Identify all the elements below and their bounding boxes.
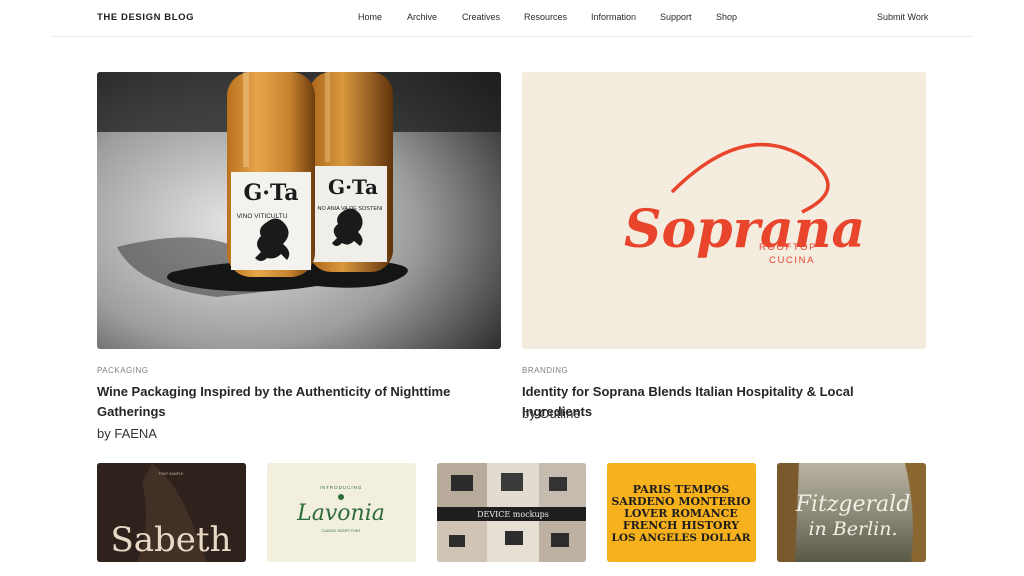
submit-work-link[interactable]: Submit Work xyxy=(877,12,928,22)
lavonia-sub: CLASSIC SCRIPT FONT xyxy=(321,529,361,533)
thumb-lavonia[interactable]: INTRODUCING Lavonia CLASSIC SCRIPT FONT xyxy=(267,463,416,562)
soprana-wordmark: Soprana xyxy=(624,199,865,260)
feature-byline-outline[interactable]: by Outline xyxy=(522,406,581,421)
site-header: THE DESIGN BLOG Home Archive Creatives R… xyxy=(0,0,1024,36)
lavonia-intro: INTRODUCING xyxy=(320,485,363,490)
nav-resources[interactable]: Resources xyxy=(524,12,567,22)
lavonia-title: Lavonia xyxy=(296,501,385,526)
soprana-sub-rooftop: ROOFTOP xyxy=(759,242,817,253)
soprana-sub-cucina: CUCINA xyxy=(769,255,815,266)
nav-shop[interactable]: Shop xyxy=(716,12,737,22)
feature-card-packaging[interactable]: G·Ta G·Ta VINO VITICULTU NO ANIA VA DE S… xyxy=(97,72,501,349)
nav-archive[interactable]: Archive xyxy=(407,12,437,22)
feature-card-branding[interactable]: Soprana ROOFTOP CUCINA xyxy=(522,72,926,349)
site-logo[interactable]: THE DESIGN BLOG xyxy=(97,12,194,23)
feature-byline-faena[interactable]: by FAENA xyxy=(97,426,157,441)
specimen-line-4: FRENCH HISTORY xyxy=(623,519,739,532)
nav-home[interactable]: Home xyxy=(358,12,382,22)
nav-support[interactable]: Support xyxy=(660,12,692,22)
sabeth-title: Sabeth xyxy=(110,520,231,560)
device-mockups-title: DEVICE mockups xyxy=(477,510,549,519)
feature-title-line1: Wine Packaging Inspired by the Authentic… xyxy=(97,384,451,399)
feature-category-branding[interactable]: BRANDING xyxy=(522,366,568,375)
thumb-type-specimen[interactable]: PARIS TEMPOS SARDENO MONTERIO LOVER ROMA… xyxy=(607,463,756,562)
specimen-line-5: LOS ANGELES DOLLAR xyxy=(612,532,751,544)
fitzgerald-line2: in Berlin. xyxy=(808,518,897,540)
wine-label-left-sub: VINO VITICULTU xyxy=(237,213,288,220)
feature-title-line2: Gatherings xyxy=(97,404,166,419)
feature-title-branding[interactable]: Identity for Soprana Blends Italian Hosp… xyxy=(522,382,926,422)
thumb-device-mockups[interactable]: DEVICE mockups xyxy=(437,463,586,562)
thumb-sabeth[interactable]: FONT SAMPLE Sabeth xyxy=(97,463,246,562)
wine-label-left-text: G·Ta xyxy=(244,180,299,206)
fitzgerald-line1: Fitzgerald xyxy=(795,492,911,517)
wine-label-right-text: G·Ta xyxy=(328,175,378,199)
sabeth-small-text: FONT SAMPLE xyxy=(159,472,184,476)
nav-information[interactable]: Information xyxy=(591,12,636,22)
thumb-fitzgerald-berlin[interactable]: Fitzgerald in Berlin. xyxy=(777,463,926,562)
header-divider xyxy=(52,36,972,37)
nav-creatives[interactable]: Creatives xyxy=(462,12,500,22)
feature-category-packaging[interactable]: PACKAGING xyxy=(97,366,148,375)
soprana-logo-image[interactable]: Soprana ROOFTOP CUCINA xyxy=(522,72,926,349)
feature-title-packaging[interactable]: Wine Packaging Inspired by the Authentic… xyxy=(97,382,501,422)
wine-bottles-image[interactable]: G·Ta G·Ta VINO VITICULTU NO ANIA VA DE S… xyxy=(97,72,501,349)
